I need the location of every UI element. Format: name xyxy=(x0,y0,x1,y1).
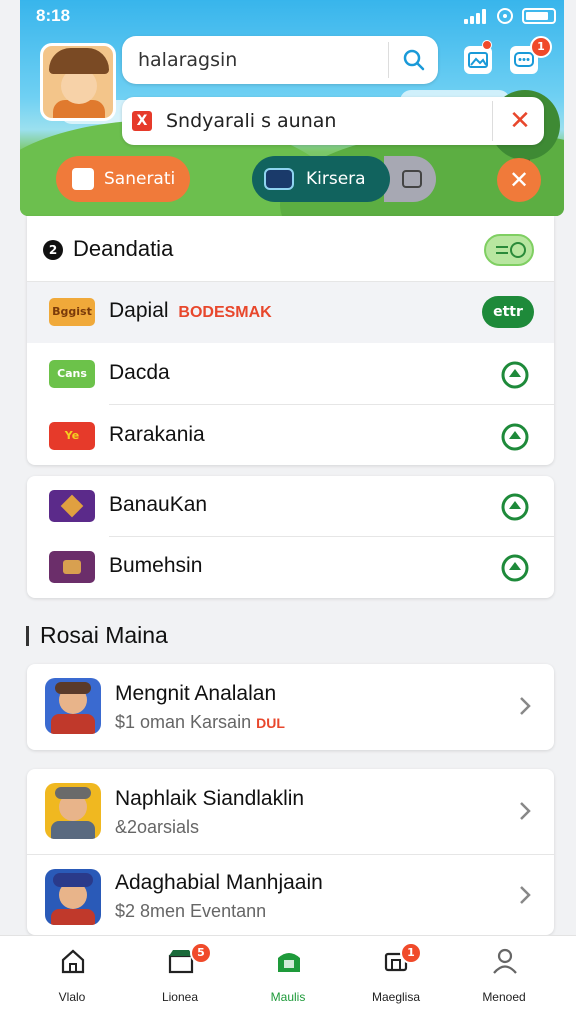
list-item[interactable]: BanauKan xyxy=(27,476,554,537)
game-tag: DUL xyxy=(256,715,285,731)
game-title: Naphlaik Siandlaklin xyxy=(115,787,305,810)
game-subtitle: &2oarsials xyxy=(115,817,200,837)
nav-label: Maulis xyxy=(270,990,306,1004)
download-icon[interactable] xyxy=(500,553,530,583)
signal-icon xyxy=(464,8,488,24)
chat-button[interactable]: 1 xyxy=(510,36,552,74)
game-list-item[interactable]: Naphlaik Siandlaklin &2oarsials xyxy=(27,769,554,855)
divider xyxy=(388,42,389,78)
section-header: 2 Deandatia xyxy=(27,216,554,282)
list-item[interactable]: Cans Dacda xyxy=(27,344,554,405)
chevron-right-icon[interactable] xyxy=(518,799,532,823)
game-avatar xyxy=(45,783,101,839)
chevron-right-icon[interactable] xyxy=(518,694,532,718)
messages-badge: 1 xyxy=(400,942,422,964)
close-fab-button[interactable]: ✕ xyxy=(497,158,541,202)
download-icon[interactable] xyxy=(500,422,530,452)
notification-text: Sndyarali s aunan xyxy=(166,110,337,132)
section-card-1: 2 Deandatia Bggist Dapial BODESMAK ettr … xyxy=(27,216,554,465)
battery-icon xyxy=(522,8,556,24)
status-time: 8:18 xyxy=(36,6,71,25)
sliders-icon xyxy=(496,242,526,258)
filter-toggle[interactable] xyxy=(484,234,534,266)
game-title: Adaghabial Manhjaain xyxy=(115,871,323,894)
search-icon[interactable] xyxy=(402,48,426,72)
search-input[interactable]: halaragsin xyxy=(138,49,237,71)
notification-banner[interactable]: X Sndyarali s aunan ✕ xyxy=(122,97,544,145)
section-card-2: BanauKan Bumehsin xyxy=(27,476,554,598)
game-avatar xyxy=(45,869,101,925)
app-icon: Ye xyxy=(49,422,95,450)
card-icon xyxy=(72,168,94,190)
pill-extra-button[interactable] xyxy=(384,156,436,202)
nav-item-messages[interactable]: 1 Maeglisa xyxy=(346,942,446,1016)
row-title: Dapial xyxy=(109,299,169,322)
pill-label: Sanerati xyxy=(104,169,176,189)
nav-item-home[interactable]: Vlalo xyxy=(22,946,122,1016)
game-subtitle: $1 oman Karsain xyxy=(115,712,252,732)
row-title: Bumehsin xyxy=(109,554,203,577)
app-icon xyxy=(49,490,95,522)
game-list-item[interactable]: Mengnit Analalan $1 oman Karsain DUL xyxy=(27,664,554,750)
bottom-nav: Vlalo 5 Lionea Maulis 1 Maeglisa Menoed xyxy=(0,935,576,1024)
section-title: Deandatia xyxy=(73,236,174,261)
game-subtitle: $2 8men Eventann xyxy=(115,901,267,921)
ticket-icon xyxy=(264,168,294,190)
alert-icon: X xyxy=(132,111,152,131)
pill-button-orange[interactable]: Sanerati xyxy=(56,156,190,202)
home-icon xyxy=(61,949,85,974)
profile-icon xyxy=(493,948,517,974)
app-icon: Cans xyxy=(49,360,95,388)
game-list-item[interactable]: Adaghabial Manhjaain $2 8men Eventann xyxy=(27,855,554,935)
game-card: Mengnit Analalan $1 oman Karsain DUL xyxy=(27,664,554,750)
hot-tag: BODESMAK xyxy=(178,304,272,321)
nav-label: Vlalo xyxy=(58,990,86,1004)
pill-label: Kirsera xyxy=(306,169,366,189)
row-title: BanauKan xyxy=(109,493,208,516)
app-icon: Bggist xyxy=(49,298,95,326)
notification-dot xyxy=(482,40,492,50)
list-item[interactable]: Bumehsin xyxy=(27,537,554,598)
chevron-right-icon[interactable] xyxy=(518,883,532,907)
nav-label: Menoed xyxy=(482,990,526,1004)
status-icons xyxy=(464,7,556,25)
pill-button-teal[interactable]: Kirsera xyxy=(252,156,390,202)
download-icon[interactable] xyxy=(500,492,530,522)
store-badge: 5 xyxy=(190,942,212,964)
player-avatar[interactable] xyxy=(40,43,116,121)
list-item[interactable]: Bggist Dapial BODESMAK ettr xyxy=(27,282,554,343)
game-card: Naphlaik Siandlaklin &2oarsials Adaghabi… xyxy=(27,769,554,935)
nav-label: Maeglisa xyxy=(371,990,421,1004)
section-number-icon: 2 xyxy=(43,240,63,260)
image-icon xyxy=(468,52,488,68)
games-icon xyxy=(278,953,300,972)
status-badge[interactable]: ettr xyxy=(482,296,534,328)
status-bar: 8:18 xyxy=(14,4,562,28)
nav-item-profile[interactable]: Menoed xyxy=(454,946,554,1016)
list-item[interactable]: Ye Rarakania xyxy=(27,406,554,465)
gallery-button[interactable] xyxy=(464,40,492,74)
row-title: Rarakania xyxy=(109,423,205,446)
app-icon xyxy=(49,551,95,583)
close-icon[interactable]: ✕ xyxy=(506,107,534,135)
divider xyxy=(492,101,493,141)
nav-item-store[interactable]: 5 Lionea xyxy=(130,942,230,1016)
nav-item-games[interactable]: Maulis xyxy=(238,946,338,1016)
game-avatar xyxy=(45,678,101,734)
games-section-heading: Rosai Maina xyxy=(26,622,168,649)
chat-badge: 1 xyxy=(530,36,552,58)
search-bar[interactable]: halaragsin xyxy=(122,36,438,84)
wifi-icon xyxy=(497,8,513,24)
cart-icon xyxy=(402,170,422,188)
game-title: Mengnit Analalan xyxy=(115,682,277,705)
row-title: Dacda xyxy=(109,361,170,384)
nav-label: Lionea xyxy=(161,990,199,1004)
download-icon[interactable] xyxy=(500,360,530,390)
